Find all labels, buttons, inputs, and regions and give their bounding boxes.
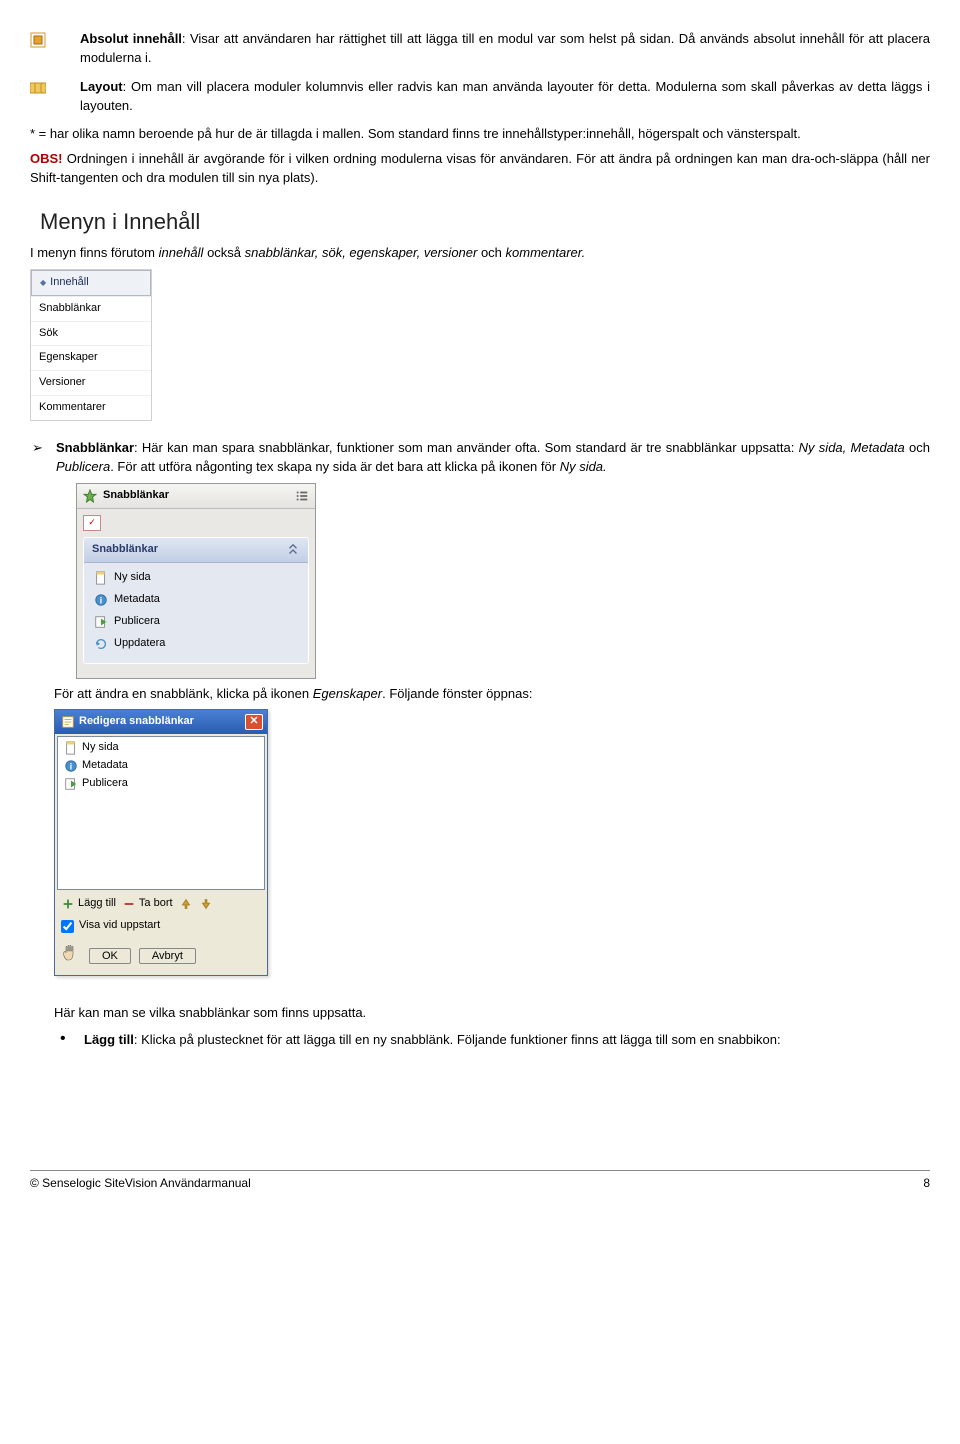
page-icon bbox=[64, 741, 78, 755]
bullet-snabblankar: ➢ Snabblänkar: Här kan man spara snabblä… bbox=[30, 439, 930, 477]
bullet-snabblankar-text: Snabblänkar: Här kan man spara snabblänk… bbox=[56, 439, 930, 477]
definition-absolut: Absolut innehåll: Visar att användaren h… bbox=[30, 30, 930, 68]
hand-icon bbox=[61, 942, 81, 969]
svg-text:i: i bbox=[70, 762, 72, 772]
publish-icon bbox=[64, 777, 78, 791]
snabblankar-inner: Snabblänkar Ny sida i Metadata Publicera bbox=[83, 537, 309, 664]
definition-layout: Layout: Om man vill placera moduler kolu… bbox=[30, 78, 930, 116]
add-button[interactable]: Lägg till bbox=[61, 896, 116, 912]
chevron-up-icon bbox=[286, 543, 300, 557]
note-star: * = har olika namn beroende på hur de är… bbox=[30, 125, 930, 144]
absolut-title: Absolut innehåll bbox=[80, 31, 182, 46]
layout-title: Layout bbox=[80, 79, 123, 94]
arrow-up-icon[interactable] bbox=[179, 897, 193, 911]
snabblankar-item-ny-sida[interactable]: Ny sida bbox=[84, 567, 308, 589]
list-icon[interactable] bbox=[295, 489, 309, 503]
publish-icon bbox=[94, 615, 108, 629]
snabblankar-item-publicera[interactable]: Publicera bbox=[84, 611, 308, 633]
close-button[interactable]: ✕ bbox=[245, 714, 263, 730]
refresh-icon bbox=[94, 637, 108, 651]
layout-body: : Om man vill placera moduler kolumnvis … bbox=[80, 79, 930, 113]
menu-item-kommentarer[interactable]: Kommentarer bbox=[31, 395, 151, 420]
page-footer: © Senselogic SiteVision Användarmanual 8 bbox=[30, 1170, 930, 1192]
layout-icon bbox=[30, 78, 80, 97]
after-panel-text: För att ändra en snabblänk, klicka på ik… bbox=[54, 685, 930, 704]
dialog-buttons: OK Avbryt bbox=[55, 938, 267, 975]
definition-layout-text: Layout: Om man vill placera moduler kolu… bbox=[80, 78, 930, 116]
arrow-down-icon[interactable] bbox=[199, 897, 213, 911]
absolut-icon bbox=[30, 30, 80, 49]
menu-item-snabblankar[interactable]: Snabblänkar bbox=[31, 296, 151, 321]
cancel-button[interactable]: Avbryt bbox=[139, 948, 196, 964]
dialog-icon bbox=[61, 715, 75, 729]
ok-button[interactable]: OK bbox=[89, 948, 131, 964]
menu-item-sok[interactable]: Sök bbox=[31, 321, 151, 346]
menu-item-innehall[interactable]: Innehåll bbox=[31, 270, 151, 296]
snabblankar-inner-header[interactable]: Snabblänkar bbox=[84, 538, 308, 563]
plus-icon bbox=[61, 897, 75, 911]
dialog-item-publicera[interactable]: Publicera bbox=[58, 775, 264, 793]
show-on-start-row: Visa vid uppstart bbox=[55, 914, 267, 938]
minus-icon bbox=[122, 897, 136, 911]
snabblankar-item-uppdatera[interactable]: Uppdatera bbox=[84, 633, 308, 655]
dialog-toolbar: Lägg till Ta bort bbox=[55, 892, 267, 914]
dialog-item-metadata[interactable]: i Metadata bbox=[58, 757, 264, 775]
bullet-lagg-till: • Lägg till: Klicka på plustecknet för a… bbox=[52, 1031, 930, 1050]
footer-left: © Senselogic SiteVision Användarmanual bbox=[30, 1175, 251, 1192]
menu-item-versioner[interactable]: Versioner bbox=[31, 370, 151, 395]
properties-icon[interactable]: ✓ bbox=[83, 515, 101, 531]
bullet-arrow-icon: ➢ bbox=[30, 439, 56, 458]
show-on-start-label: Visa vid uppstart bbox=[79, 918, 160, 934]
snabblankar-item-metadata[interactable]: i Metadata bbox=[84, 589, 308, 611]
menu-item-egenskaper[interactable]: Egenskaper bbox=[31, 345, 151, 370]
after-dialog-text: Här kan man se vilka snabblänkar som fin… bbox=[54, 1004, 930, 1023]
star-icon bbox=[83, 489, 97, 503]
dialog-shortcut-list[interactable]: Ny sida i Metadata Publicera bbox=[57, 736, 265, 890]
obs-paragraph: OBS! Ordningen i innehåll är avgörande f… bbox=[30, 150, 930, 188]
snabblankar-list: Ny sida i Metadata Publicera Uppdatera bbox=[84, 563, 308, 663]
info-icon: i bbox=[94, 593, 108, 607]
remove-button[interactable]: Ta bort bbox=[122, 896, 173, 912]
section-heading: Menyn i Innehåll bbox=[40, 206, 930, 238]
page-icon bbox=[94, 571, 108, 585]
info-icon: i bbox=[64, 759, 78, 773]
obs-text: Ordningen i innehåll är avgörande för i … bbox=[30, 151, 930, 185]
obs-label: OBS! bbox=[30, 151, 63, 166]
footer-page-number: 8 bbox=[923, 1175, 930, 1192]
svg-text:i: i bbox=[100, 595, 102, 605]
snabblankar-panel: Snabblänkar ✓ Snabblänkar Ny sida i Meta… bbox=[76, 483, 316, 679]
snabblankar-panel-title: Snabblänkar bbox=[77, 484, 315, 509]
dialog-titlebar: Redigera snabblänkar ✕ bbox=[55, 710, 267, 734]
content-menu-panel: Innehåll Snabblänkar Sök Egenskaper Vers… bbox=[30, 269, 152, 422]
dialog-item-ny-sida[interactable]: Ny sida bbox=[58, 739, 264, 757]
definition-absolut-text: Absolut innehåll: Visar att användaren h… bbox=[80, 30, 930, 68]
absolut-body: : Visar att användaren har rättighet til… bbox=[80, 31, 930, 65]
section-intro: I menyn finns förutom innehåll också sna… bbox=[30, 244, 930, 263]
bullet-lagg-till-text: Lägg till: Klicka på plustecknet för att… bbox=[84, 1031, 930, 1050]
edit-shortcuts-dialog: Redigera snabblänkar ✕ Ny sida i Metadat… bbox=[54, 709, 268, 976]
show-on-start-checkbox[interactable] bbox=[61, 920, 74, 933]
bullet-dot-icon: • bbox=[52, 1031, 84, 1047]
